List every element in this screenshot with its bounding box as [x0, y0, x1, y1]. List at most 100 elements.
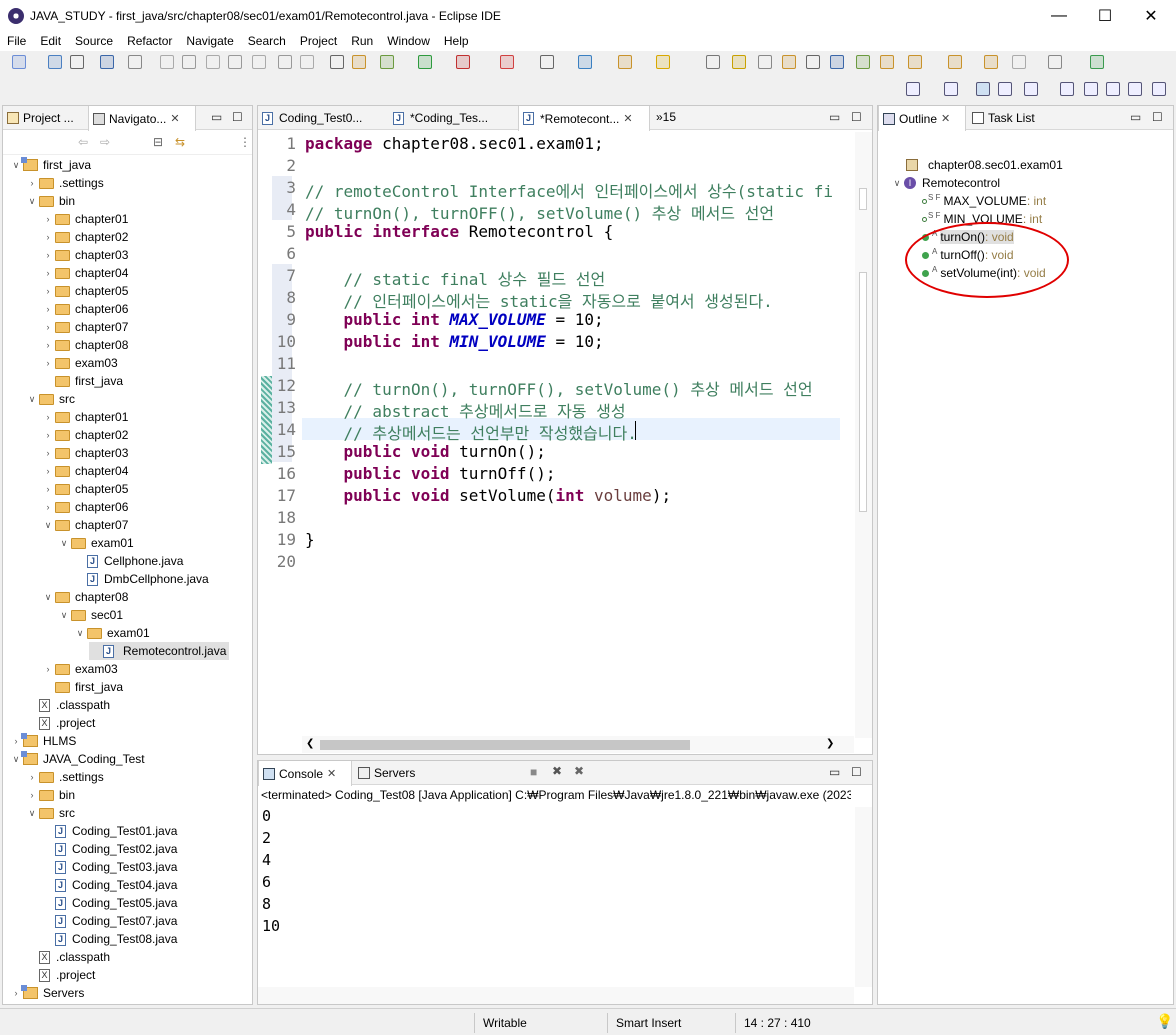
minimize-view-icon[interactable]: ▭	[211, 110, 222, 124]
maximize-view-icon[interactable]: ☐	[232, 110, 243, 124]
chevron-right-icon[interactable]: ›	[25, 790, 39, 800]
tab-outline[interactable]: Outline ✕	[878, 106, 966, 131]
tree-item[interactable]: X .project	[25, 714, 95, 732]
code-line[interactable]: public int MAX_VOLUME = 10;	[305, 310, 604, 329]
toolbar-icon[interactable]	[1048, 55, 1062, 69]
chevron-down-icon[interactable]: ∨	[41, 520, 55, 531]
menu-run[interactable]: Run	[344, 34, 380, 48]
tree-item[interactable]: › exam03	[41, 660, 118, 678]
code-line[interactable]: // 인터페이스에서는 static을 자동으로 붙여서 생성된다.	[305, 288, 773, 312]
tree-item[interactable]: › .settings	[25, 768, 104, 786]
scroll-thumb[interactable]	[859, 272, 867, 512]
menu-edit[interactable]: Edit	[33, 34, 68, 48]
tree-item[interactable]: › chapter02	[41, 426, 129, 444]
chevron-right-icon[interactable]: ›	[41, 448, 55, 458]
toolbar-icon[interactable]	[1090, 55, 1104, 69]
code-line[interactable]: // turnOn(), turnOFF(), setVolume() 추상 메…	[305, 376, 813, 400]
toolbar-icon[interactable]	[984, 55, 998, 69]
chevron-right-icon[interactable]: ›	[41, 232, 55, 242]
close-icon[interactable]: ✕	[327, 767, 336, 780]
toolbar-icon[interactable]	[252, 55, 266, 69]
view-menu-icon[interactable]: ⋮	[239, 135, 251, 149]
code-line[interactable]: }	[305, 530, 315, 549]
tree-item[interactable]: › chapter02	[41, 228, 129, 246]
toolbar-icon[interactable]	[12, 55, 26, 69]
terminate-icon[interactable]: ■	[530, 765, 537, 779]
chevron-down-icon[interactable]: ∨	[25, 808, 39, 819]
toolbar-icon[interactable]	[856, 55, 870, 69]
outline-item[interactable]: ∨ I Remotecontrol	[890, 174, 1000, 192]
perspective-icon[interactable]	[998, 82, 1012, 96]
menu-project[interactable]: Project	[293, 34, 344, 48]
tab-navigator[interactable]: Navigato... ✕	[88, 106, 196, 131]
tree-item[interactable]: ∨ chapter08	[41, 588, 129, 606]
chevron-down-icon[interactable]: ∨	[890, 178, 904, 189]
tree-item[interactable]: first_java	[41, 372, 123, 390]
toolbar-icon[interactable]	[330, 55, 344, 69]
tree-item[interactable]: › chapter01	[41, 408, 129, 426]
code-line[interactable]: public interface Remotecontrol {	[305, 222, 613, 241]
perspective-icon[interactable]	[1024, 82, 1038, 96]
chevron-down-icon[interactable]: ∨	[73, 628, 87, 639]
close-icon[interactable]: ✕	[170, 112, 179, 125]
tree-item[interactable]: J Remotecontrol.java	[89, 642, 230, 660]
scroll-left-icon[interactable]: ❮	[306, 738, 314, 749]
minimize-button[interactable]: —	[1036, 0, 1082, 31]
console-output[interactable]: 0 2 4 6 8 10	[258, 807, 854, 987]
toolbar-icon[interactable]	[128, 55, 142, 69]
chevron-right-icon[interactable]: ›	[41, 322, 55, 332]
chevron-right-icon[interactable]: ›	[41, 664, 55, 674]
chevron-right-icon[interactable]: ›	[41, 214, 55, 224]
toolbar-icon[interactable]	[908, 55, 922, 69]
tree-item[interactable]: first_java	[41, 678, 123, 696]
tree-item[interactable]: › chapter03	[41, 444, 129, 462]
tree-item[interactable]: J Coding_Test05.java	[41, 894, 177, 912]
perspective-icon[interactable]	[906, 82, 920, 96]
tree-item[interactable]: ∨ exam01	[73, 624, 150, 642]
toolbar-icon[interactable]	[456, 55, 470, 69]
code-line[interactable]: public void turnOff();	[305, 464, 556, 483]
close-icon[interactable]: ✕	[623, 112, 632, 125]
code-line[interactable]: public void turnOn();	[305, 442, 546, 461]
menu-search[interactable]: Search	[241, 34, 293, 48]
tree-item[interactable]: › chapter06	[41, 498, 129, 516]
tree-item[interactable]: › chapter03	[41, 246, 129, 264]
tree-item[interactable]: › chapter01	[41, 210, 129, 228]
toolbar-icon[interactable]	[948, 55, 962, 69]
tab-project-explorer[interactable]: Project ...	[3, 106, 87, 130]
tab-task-list[interactable]: Task List	[968, 106, 1058, 130]
chevron-right-icon[interactable]: ›	[25, 772, 39, 782]
tree-item[interactable]: › chapter08	[41, 336, 129, 354]
close-button[interactable]: ✕	[1128, 0, 1174, 31]
chevron-right-icon[interactable]: ›	[41, 358, 55, 368]
forward-icon[interactable]: ⇨	[100, 135, 110, 149]
tree-item[interactable]: › .settings	[25, 174, 104, 192]
perspective-icon[interactable]	[1152, 82, 1166, 96]
tree-item[interactable]: ∨ src	[25, 804, 75, 822]
tree-item[interactable]: › exam03	[41, 354, 118, 372]
more-tabs-button[interactable]: »15	[656, 110, 676, 124]
editor-vertical-scrollbar[interactable]	[855, 132, 872, 738]
perspective-icon[interactable]	[1128, 82, 1142, 96]
maximize-view-icon[interactable]: ☐	[851, 110, 862, 124]
toolbar-icon[interactable]	[540, 55, 554, 69]
remove-launch-icon[interactable]: ✖	[552, 764, 562, 778]
toolbar-icon[interactable]	[578, 55, 592, 69]
chevron-right-icon[interactable]: ›	[41, 250, 55, 260]
menu-refactor[interactable]: Refactor	[120, 34, 179, 48]
toolbar-icon[interactable]	[228, 55, 242, 69]
code-line[interactable]: public void setVolume(int volume);	[305, 486, 672, 505]
tree-item[interactable]: ∨ exam01	[57, 534, 134, 552]
collapse-all-icon[interactable]: ⊟	[153, 135, 163, 149]
tree-item[interactable]: ∨ sec01	[57, 606, 123, 624]
console-vertical-scrollbar[interactable]	[855, 807, 872, 987]
perspective-icon[interactable]	[944, 82, 958, 96]
maximize-button[interactable]: ☐	[1082, 0, 1128, 31]
perspective-icon[interactable]	[1106, 82, 1120, 96]
chevron-right-icon[interactable]: ›	[41, 268, 55, 278]
toolbar-icon[interactable]	[48, 55, 62, 69]
chevron-down-icon[interactable]: ∨	[57, 610, 71, 621]
tree-item[interactable]: J Coding_Test04.java	[41, 876, 177, 894]
toolbar-icon[interactable]	[758, 55, 772, 69]
minimize-view-icon[interactable]: ▭	[829, 765, 840, 779]
